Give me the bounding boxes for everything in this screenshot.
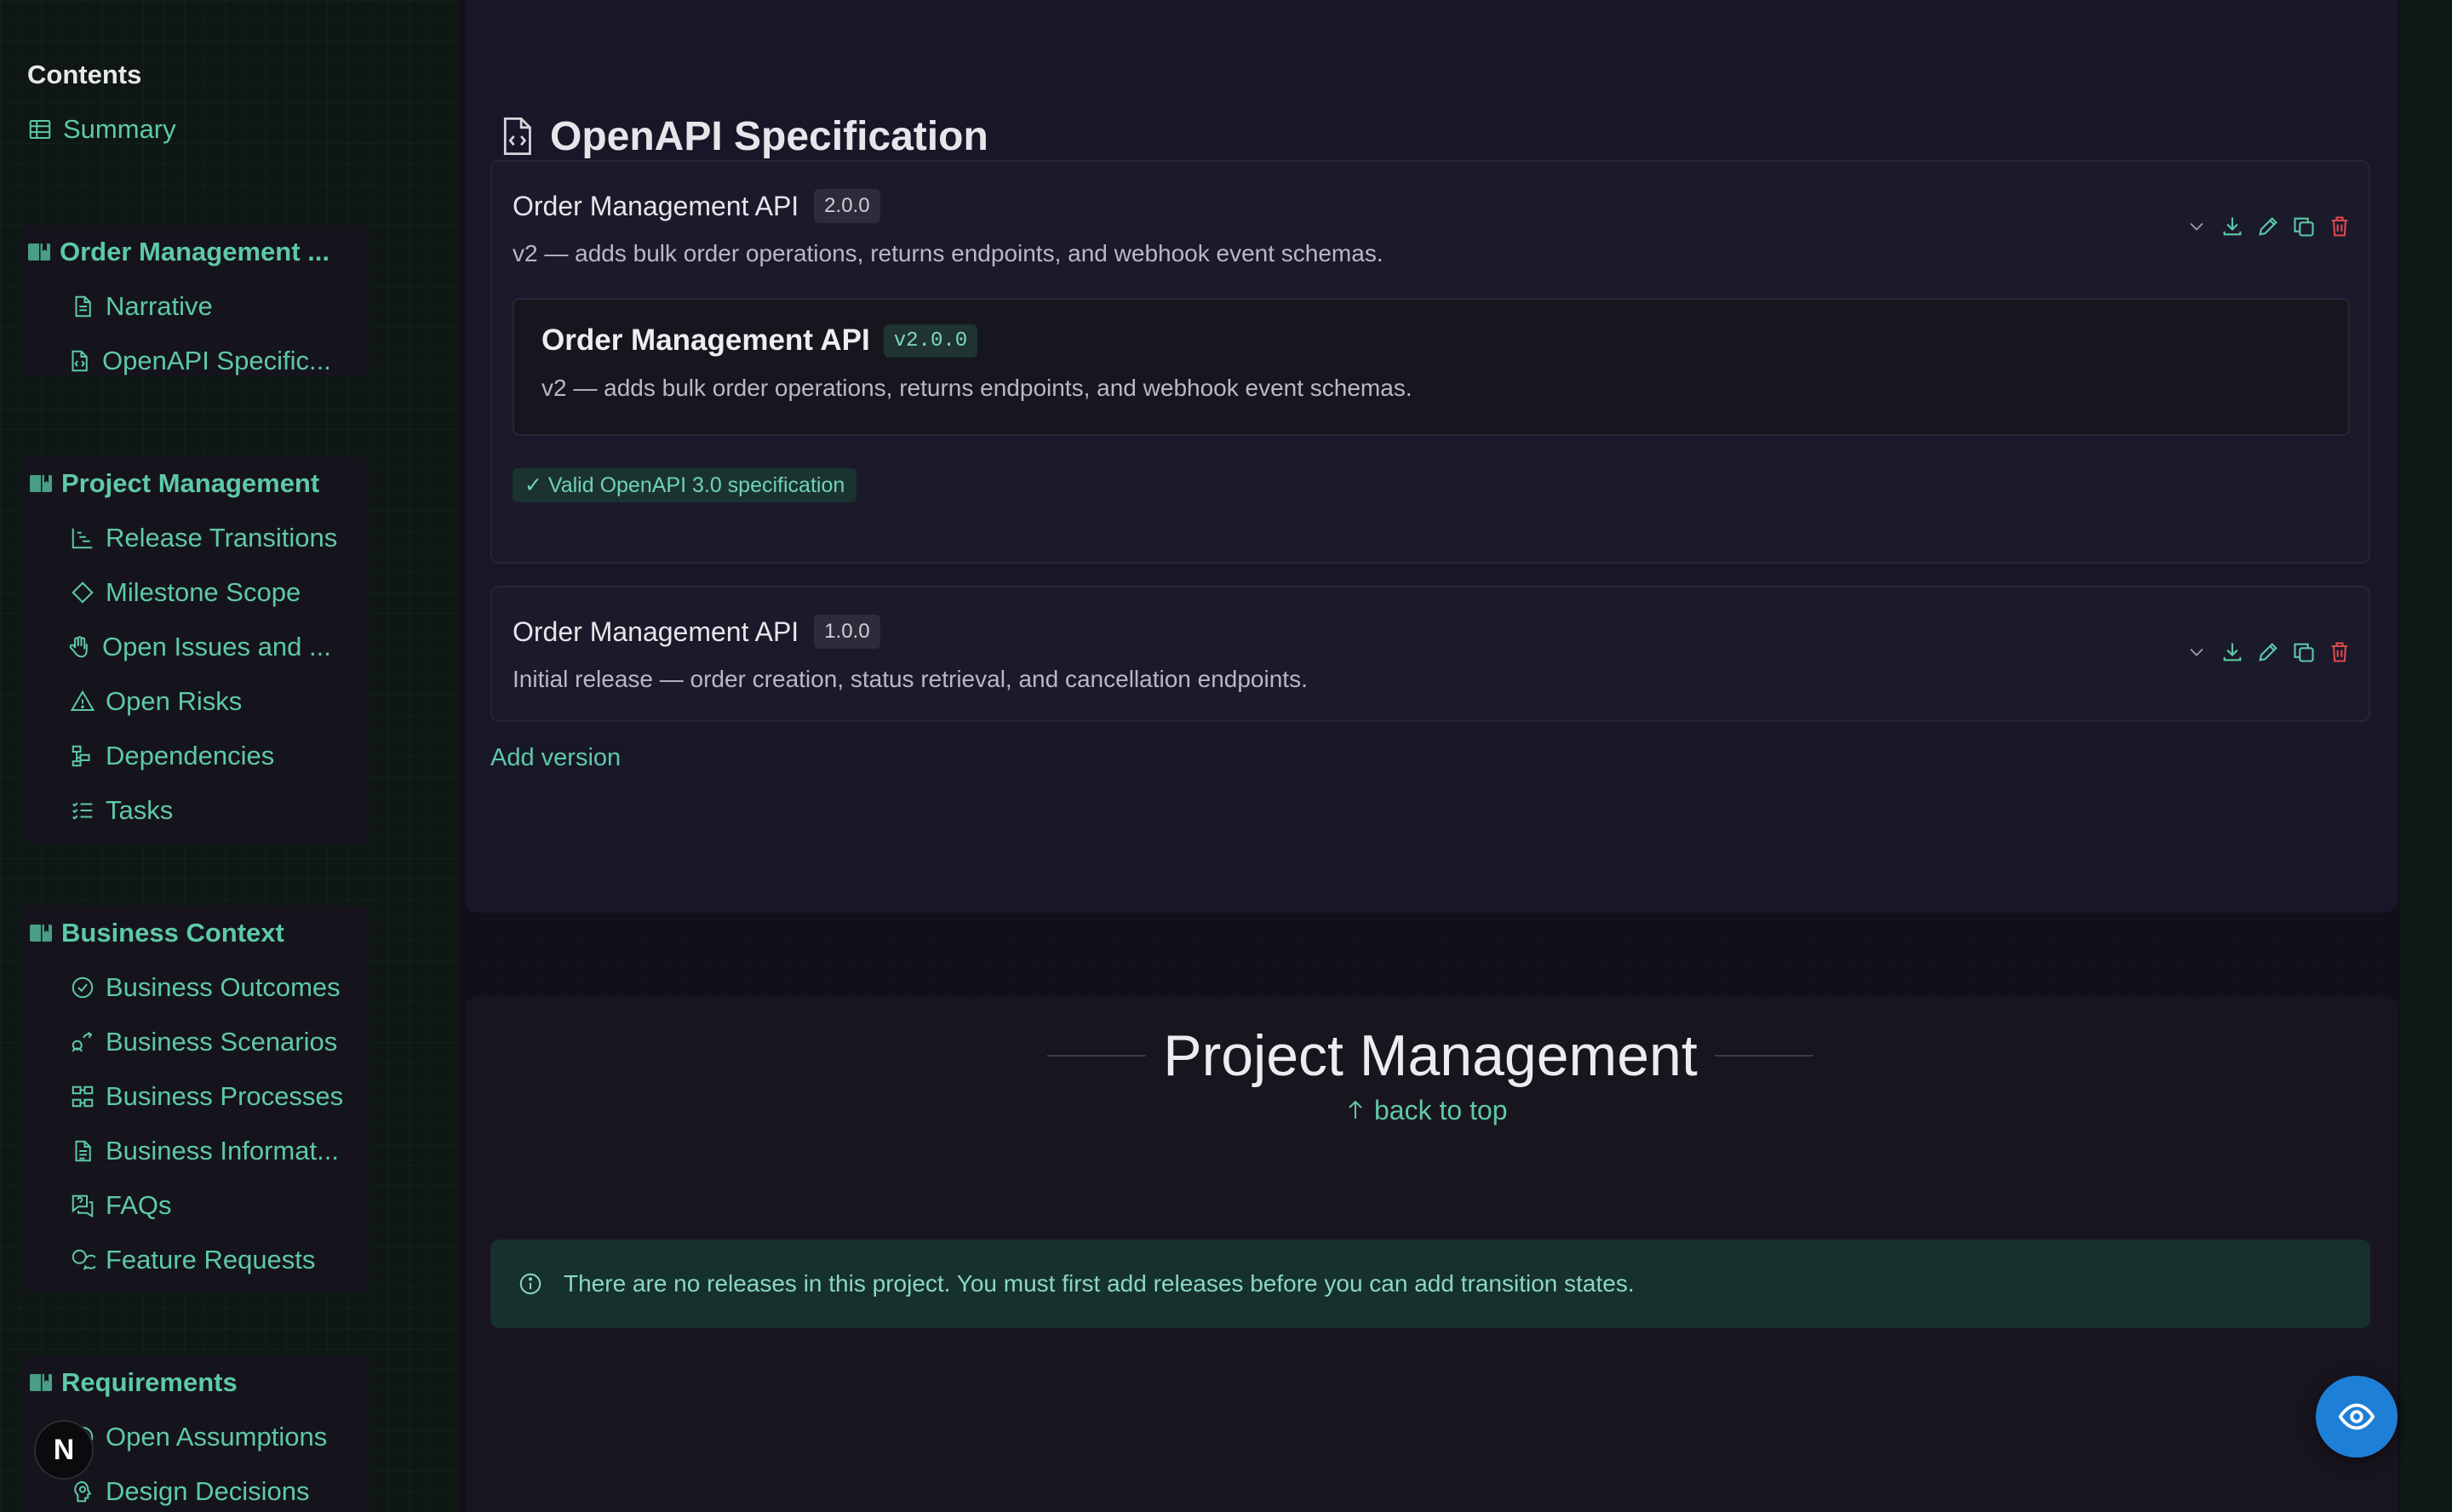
sidebar-group-order-management: Order Management ... Narrative OpenAPI S… bbox=[20, 225, 370, 376]
section-heading-text: Project Management bbox=[1163, 1023, 1698, 1088]
book-icon bbox=[30, 475, 52, 492]
faq-icon bbox=[72, 1194, 94, 1218]
version-card-2-0-0[interactable]: Order Management API 2.0.0 v2 — adds bul… bbox=[490, 160, 2370, 564]
dependencies-icon bbox=[72, 745, 90, 767]
spec-preview-title: Order Management API v2.0.0 bbox=[541, 324, 978, 358]
back-to-top-link[interactable]: back to top bbox=[1345, 1093, 1508, 1127]
sidebar: Contents Summary Order Management ... Na… bbox=[0, 0, 460, 1512]
download-icon[interactable] bbox=[2220, 215, 2244, 238]
version-badge: 1.0.0 bbox=[814, 615, 880, 649]
document-icon bbox=[75, 1140, 91, 1162]
sidebar-item-dependencies[interactable]: Dependencies bbox=[20, 729, 370, 783]
sidebar-item-tasks[interactable]: Tasks bbox=[20, 783, 370, 838]
sidebar-item-release-transitions[interactable]: Release Transitions bbox=[20, 511, 370, 565]
sidebar-item-label: Summary bbox=[63, 114, 176, 144]
sidebar-group-project-management: Project Management Release Transitions M… bbox=[20, 456, 370, 843]
preview-fab-button[interactable] bbox=[2316, 1376, 2398, 1458]
version-actions bbox=[2185, 215, 2352, 238]
eye-icon bbox=[2338, 1403, 2375, 1430]
sidebar-item-narrative[interactable]: Narrative bbox=[20, 279, 370, 334]
heading-rule-right bbox=[1714, 1055, 1814, 1057]
copy-icon[interactable] bbox=[2292, 215, 2316, 238]
sidebar-item-milestone-scope[interactable]: Milestone Scope bbox=[20, 565, 370, 620]
sidebar-group-title[interactable]: Project Management bbox=[20, 456, 370, 511]
workflow-icon bbox=[72, 1085, 94, 1108]
sidebar-group-business-context: Business Context Business Outcomes Busin… bbox=[20, 906, 370, 1292]
arrow-up-icon bbox=[1349, 1100, 1362, 1119]
sidebar-item-summary[interactable]: Summary bbox=[27, 111, 176, 148]
version-description: Initial release — order creation, status… bbox=[513, 666, 1308, 692]
edit-icon[interactable] bbox=[2256, 640, 2280, 664]
sidebar-item-feature-requests[interactable]: Feature Requests bbox=[20, 1233, 370, 1287]
steps-icon bbox=[72, 528, 93, 549]
warning-icon bbox=[70, 690, 95, 711]
copy-icon[interactable] bbox=[2292, 640, 2316, 664]
book-icon bbox=[28, 243, 50, 261]
add-version-button[interactable]: Add version bbox=[490, 744, 621, 772]
code-file-icon bbox=[503, 117, 531, 155]
info-icon bbox=[519, 1273, 541, 1295]
version-description: v2 — adds bulk order operations, returns… bbox=[513, 240, 1384, 266]
version-actions bbox=[2185, 640, 2352, 664]
sidebar-item-open-risks[interactable]: Open Risks bbox=[20, 674, 370, 729]
chat-bubbles-icon bbox=[72, 1249, 95, 1270]
version-badge: 2.0.0 bbox=[814, 189, 880, 223]
sidebar-item-business-outcomes[interactable]: Business Outcomes bbox=[20, 960, 370, 1015]
code-file-icon bbox=[72, 350, 88, 372]
sidebar-item-business-information[interactable]: Business Informat... bbox=[20, 1124, 370, 1178]
diamond-icon bbox=[72, 581, 94, 604]
table-icon bbox=[29, 120, 51, 139]
trash-icon[interactable] bbox=[2328, 215, 2352, 238]
sidebar-item-open-issues[interactable]: Open Issues and ... bbox=[20, 620, 370, 674]
sidebar-item-business-processes[interactable]: Business Processes bbox=[20, 1069, 370, 1124]
info-message: There are no releases in this project. Y… bbox=[564, 1270, 1635, 1297]
checklist-icon bbox=[72, 802, 93, 820]
scenario-icon bbox=[72, 1031, 93, 1052]
avatar[interactable]: N bbox=[34, 1420, 94, 1480]
spec-preview-card: Order Management API v2.0.0 v2 — adds bu… bbox=[513, 298, 2350, 436]
book-icon bbox=[30, 1374, 52, 1391]
heading-rule-left bbox=[1047, 1055, 1147, 1057]
download-icon[interactable] bbox=[2220, 640, 2244, 664]
badge-check-icon bbox=[72, 976, 94, 999]
openapi-section-title: OpenAPI Specification bbox=[499, 111, 988, 162]
edit-icon[interactable] bbox=[2256, 215, 2280, 238]
sidebar-group-title[interactable]: Requirements bbox=[20, 1355, 370, 1410]
chevron-down-icon[interactable] bbox=[2185, 215, 2209, 238]
page-title: OpenAPI Specification bbox=[550, 113, 988, 159]
validation-status-badge: ✓ Valid OpenAPI 3.0 specification bbox=[513, 468, 857, 502]
chevron-down-icon[interactable] bbox=[2185, 640, 2209, 664]
info-banner: There are no releases in this project. Y… bbox=[490, 1240, 2370, 1328]
sidebar-item-business-scenarios[interactable]: Business Scenarios bbox=[20, 1015, 370, 1069]
version-title: Order Management API 1.0.0 bbox=[513, 615, 880, 649]
trash-icon[interactable] bbox=[2328, 640, 2352, 664]
spec-preview-description: v2 — adds bulk order operations, returns… bbox=[541, 375, 1412, 401]
right-gutter bbox=[2401, 0, 2452, 1512]
spec-version-badge: v2.0.0 bbox=[883, 324, 978, 358]
section-heading: Project Management bbox=[1047, 1022, 1814, 1090]
document-icon bbox=[75, 295, 91, 318]
book-icon bbox=[30, 925, 52, 942]
contents-title: Contents bbox=[27, 60, 142, 89]
sidebar-group-title[interactable]: Business Context bbox=[20, 906, 370, 960]
sidebar-item-faqs[interactable]: FAQs bbox=[20, 1178, 370, 1233]
sidebar-group-title[interactable]: Order Management ... bbox=[20, 225, 370, 279]
sidebar-item-openapi-specification[interactable]: OpenAPI Specific... bbox=[20, 334, 370, 388]
version-card-1-0-0[interactable]: Order Management API 1.0.0 Initial relea… bbox=[490, 586, 2370, 722]
version-title: Order Management API 2.0.0 bbox=[513, 189, 880, 223]
hand-icon bbox=[69, 636, 88, 658]
brain-icon bbox=[74, 1480, 92, 1503]
